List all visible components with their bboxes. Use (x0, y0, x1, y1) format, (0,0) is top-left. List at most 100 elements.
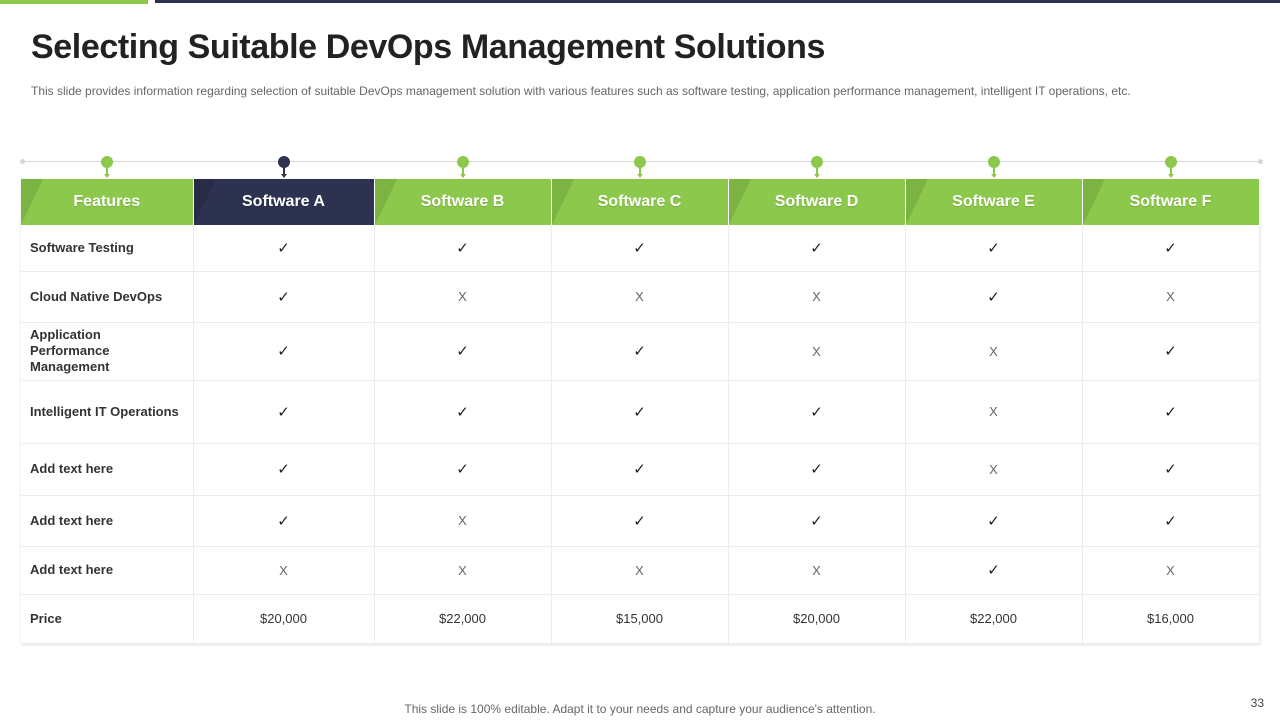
marker-dot (810, 156, 823, 168)
header-shade (374, 179, 397, 225)
price-value: $20,000 (728, 594, 906, 644)
timeline-marker (987, 156, 1000, 178)
header-features: Features (21, 179, 194, 225)
table-header-row: Features Software A Software B Software C So… (21, 179, 1260, 225)
check-mark: ✓ (905, 495, 1083, 547)
down-arrow-icon (1167, 168, 1174, 178)
header-label: Software C (597, 193, 682, 210)
header-shade (905, 179, 928, 225)
header-shade (1082, 179, 1105, 225)
timeline-marker (101, 156, 113, 178)
check-mark: ✓ (1082, 495, 1260, 547)
table-row: Software Testing ✓ ✓ ✓ ✓ ✓ ✓ (21, 225, 1260, 272)
slide-title: Selecting Suitable DevOps Management Sol… (31, 28, 825, 66)
check-mark: ✓ (728, 443, 906, 496)
header-label: Software D (774, 193, 859, 210)
check-mark: ✓ (728, 495, 906, 547)
top-accent-bar-green (0, 0, 148, 4)
check-mark: ✓ (193, 225, 375, 272)
check-mark: ✓ (193, 443, 375, 496)
comparison-table: Features Software A Software B Software C So… (21, 179, 1260, 644)
marker-dot (101, 156, 113, 168)
check-mark: ✓ (551, 495, 729, 547)
cross-mark: X (551, 271, 729, 323)
timeline-marker (1164, 156, 1177, 178)
marker-dot (456, 156, 469, 168)
down-arrow-icon (636, 168, 643, 178)
header-label: Features (73, 193, 141, 210)
down-arrow-icon (813, 168, 820, 178)
cross-mark: X (374, 495, 552, 547)
check-mark: ✓ (551, 380, 729, 444)
cross-mark: X (905, 322, 1083, 381)
cross-mark: X (905, 380, 1083, 444)
check-mark: ✓ (1082, 443, 1260, 496)
header-software-e: Software E (905, 179, 1083, 225)
header-label: Software E (952, 193, 1035, 210)
feature-label: Application Performance Management (21, 322, 194, 381)
timeline-start-dot (20, 159, 25, 164)
cross-mark: X (905, 443, 1083, 496)
check-mark: ✓ (551, 443, 729, 496)
feature-label: Intelligent IT Operations (21, 380, 194, 444)
check-mark: ✓ (193, 322, 375, 381)
feature-label: Software Testing (21, 225, 194, 272)
check-mark: ✓ (905, 225, 1083, 272)
header-label: Software A (242, 193, 325, 210)
table-row: Cloud Native DevOps ✓ X X X ✓ X (21, 271, 1260, 323)
down-arrow-icon (104, 168, 110, 178)
cross-mark: X (551, 546, 729, 595)
cross-mark: X (728, 546, 906, 595)
marker-dot (277, 156, 290, 168)
down-arrow-icon (280, 168, 287, 178)
feature-label: Cloud Native DevOps (21, 271, 194, 323)
price-value: $22,000 (374, 594, 552, 644)
feature-label: Price (21, 594, 194, 644)
check-mark: ✓ (193, 380, 375, 444)
cross-mark: X (728, 322, 906, 381)
table-row: Price $20,000 $22,000 $15,000 $20,000 $22,000… (21, 594, 1260, 644)
check-mark: ✓ (728, 225, 906, 272)
header-software-b: Software B (374, 179, 552, 225)
table-row: Add text here ✓ X ✓ ✓ ✓ ✓ (21, 495, 1260, 547)
table-row: Add text here X X X X ✓ X (21, 546, 1260, 595)
table-row: Application Performance Management ✓ ✓ ✓ X X ✓ (21, 322, 1260, 381)
page-number: 33 (1250, 696, 1264, 710)
check-mark: ✓ (374, 443, 552, 496)
footer-note: This slide is 100% editable. Adapt it to… (404, 702, 876, 716)
timeline-marker (810, 156, 823, 178)
header-shade (193, 179, 216, 225)
check-mark: ✓ (551, 225, 729, 272)
check-mark: ✓ (728, 380, 906, 444)
slide-subtitle: This slide provides information regardin… (31, 84, 1131, 98)
cross-mark: X (374, 546, 552, 595)
price-value: $16,000 (1082, 594, 1260, 644)
price-value: $15,000 (551, 594, 729, 644)
cross-mark: X (374, 271, 552, 323)
header-software-f: Software F (1082, 179, 1260, 225)
marker-dot (633, 156, 646, 168)
down-arrow-icon (459, 168, 466, 178)
timeline-marker (456, 156, 469, 178)
cross-mark: X (728, 271, 906, 323)
check-mark: ✓ (551, 322, 729, 381)
check-mark: ✓ (1082, 380, 1260, 444)
check-mark: ✓ (1082, 322, 1260, 381)
down-arrow-icon (990, 168, 997, 178)
timeline-end-dot (1258, 159, 1263, 164)
marker-dot (1164, 156, 1177, 168)
check-mark: ✓ (193, 495, 375, 547)
timeline-marker (633, 156, 646, 178)
header-shade (728, 179, 751, 225)
header-software-c: Software C (551, 179, 729, 225)
check-mark: ✓ (905, 271, 1083, 323)
price-value: $22,000 (905, 594, 1083, 644)
check-mark: ✓ (193, 271, 375, 323)
header-shade (551, 179, 574, 225)
header-label: Software F (1129, 193, 1212, 210)
check-mark: ✓ (374, 380, 552, 444)
cross-mark: X (1082, 546, 1260, 595)
feature-label: Add text here (21, 546, 194, 595)
check-mark: ✓ (1082, 225, 1260, 272)
check-mark: ✓ (374, 322, 552, 381)
